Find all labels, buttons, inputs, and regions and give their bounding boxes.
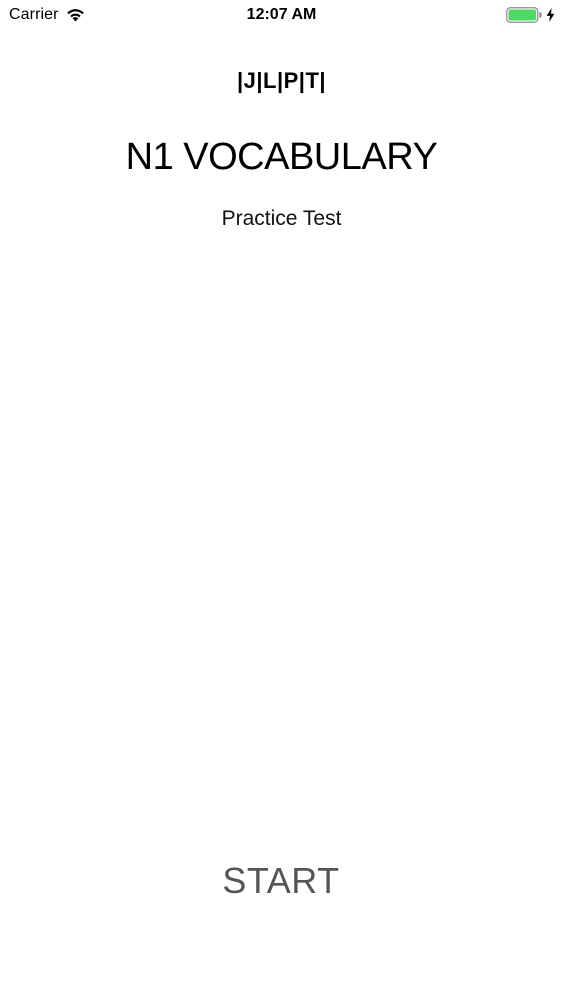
bolt-icon xyxy=(546,8,555,22)
brand-logo: |J|L|P|T| xyxy=(236,68,327,93)
status-bar: Carrier 12:07 AM xyxy=(0,0,563,30)
page-subtitle: Practice Test xyxy=(221,207,342,230)
page-title: N1 VOCABULARY xyxy=(125,136,438,178)
status-time: 12:07 AM xyxy=(246,6,317,23)
battery-group xyxy=(506,5,555,25)
start-button[interactable]: START xyxy=(181,850,381,912)
battery-icon xyxy=(506,7,542,23)
